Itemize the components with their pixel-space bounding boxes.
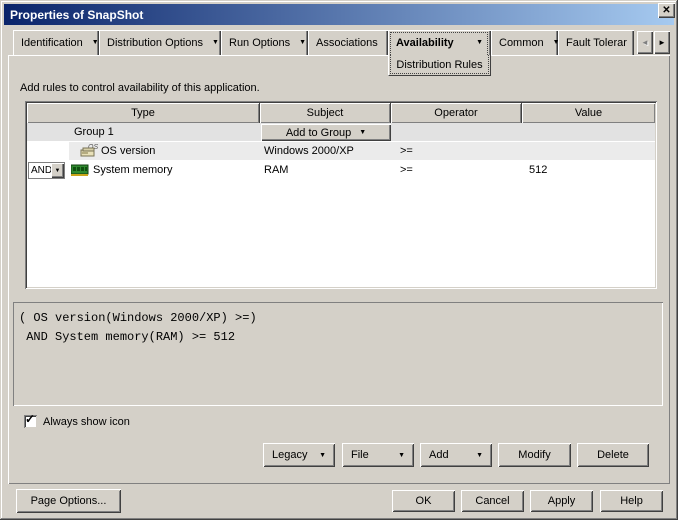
chevron-down-icon: ▼ <box>476 451 483 459</box>
rules-header-row: Type Subject Operator Value <box>27 103 655 123</box>
row-shading <box>69 142 655 160</box>
tab-label: Run Options <box>229 36 291 49</box>
help-button[interactable]: Help <box>600 490 663 512</box>
check-icon: ✓ <box>25 412 36 426</box>
file-button[interactable]: File ▼ <box>342 443 414 467</box>
add-to-group-button[interactable]: Add to Group ▼ <box>261 124 391 141</box>
tab-label: Associations <box>316 36 378 49</box>
conjunction-value: AND <box>31 165 53 176</box>
cancel-button[interactable]: Cancel <box>461 490 524 512</box>
window-title: Properties of SnapShot <box>10 7 144 22</box>
apply-label: Apply <box>547 495 576 507</box>
page-options-label: Page Options... <box>30 495 107 507</box>
tab-label: Distribution Options <box>107 36 203 49</box>
file-label: File <box>351 449 369 461</box>
column-header-operator[interactable]: Operator <box>391 103 522 123</box>
apply-button[interactable]: Apply <box>530 490 593 512</box>
conjunction-combobox[interactable]: AND ▼ <box>28 162 65 179</box>
title-bar[interactable]: Properties of SnapShot <box>4 4 674 25</box>
system-memory-icon <box>70 164 89 180</box>
chevron-down-icon: ▼ <box>319 451 326 459</box>
instruction-text: Add rules to control availability of thi… <box>20 82 260 94</box>
chevron-down-icon: ▼ <box>212 39 219 46</box>
rule-type: OS version <box>101 145 156 157</box>
rule-subject: RAM <box>264 164 289 176</box>
chevron-down-icon: ▼ <box>359 129 367 136</box>
cancel-label: Cancel <box>475 495 510 507</box>
rule-operator: >= <box>400 164 413 176</box>
delete-label: Delete <box>597 449 629 461</box>
ok-label: OK <box>415 495 432 507</box>
properties-dialog: Properties of SnapShot ✕ Identification … <box>0 0 678 520</box>
chevron-down-icon: ▼ <box>476 39 483 46</box>
chevron-down-icon: ▼ <box>91 39 99 46</box>
subtab-label: Distribution Rules <box>396 59 483 71</box>
rule-type: System memory <box>93 164 173 176</box>
page-options-button[interactable]: Page Options... <box>16 489 121 513</box>
always-show-icon-row: ✓ Always show icon <box>24 412 130 428</box>
chevron-down-icon: ▼ <box>398 451 405 459</box>
close-button[interactable]: ✕ <box>658 3 675 18</box>
rules-list: Type Subject Operator Value Group 1 Add … <box>25 101 657 289</box>
group-label: Group 1 <box>74 126 114 138</box>
tab-scrollers: ◄ ► <box>636 31 670 54</box>
arrow-left-icon: ◄ <box>641 38 649 47</box>
tab-fault-tolerance[interactable]: Fault Tolerar <box>558 30 634 55</box>
ok-button[interactable]: OK <box>392 490 455 512</box>
table-row-os-version[interactable]: OS OS version Windows 2000/XP >= <box>27 142 655 161</box>
expression-preview: ( OS version(Windows 2000/XP) >=) AND Sy… <box>13 302 663 406</box>
table-row-system-memory[interactable]: AND ▼ System memory RAM >= 512 <box>27 161 655 180</box>
delete-button[interactable]: Delete <box>577 443 649 467</box>
arrow-right-icon: ► <box>658 38 666 47</box>
add-button[interactable]: Add ▼ <box>420 443 492 467</box>
table-row-group1[interactable]: Group 1 Add to Group ▼ <box>27 123 655 142</box>
help-label: Help <box>620 495 643 507</box>
expression-line: AND System memory(RAM) >= 512 <box>19 330 236 344</box>
subtab-distribution-rules[interactable]: Distribution Rules <box>388 55 491 76</box>
modify-label: Modify <box>518 449 551 461</box>
tab-run-options[interactable]: Run Options ▼ <box>221 30 308 55</box>
chevron-down-icon: ▼ <box>54 167 61 174</box>
legacy-label: Legacy <box>272 449 308 461</box>
scroll-tabs-right-button[interactable]: ► <box>654 31 670 54</box>
column-header-type[interactable]: Type <box>27 103 260 123</box>
close-icon: ✕ <box>662 5 671 16</box>
tab-common[interactable]: Common ▼ <box>491 30 558 55</box>
tab-distribution-options[interactable]: Distribution Options ▼ <box>99 30 221 55</box>
add-label: Add <box>429 449 449 461</box>
tab-label: Availability <box>396 36 454 49</box>
tab-identification[interactable]: Identification ▼ <box>13 30 99 55</box>
column-header-value[interactable]: Value <box>522 103 655 123</box>
expression-line: ( OS version(Windows 2000/XP) >=) <box>19 311 257 325</box>
scroll-tabs-left-button[interactable]: ◄ <box>637 31 653 54</box>
tab-label: Identification <box>21 36 83 49</box>
chevron-down-icon: ▼ <box>299 39 307 46</box>
legacy-button[interactable]: Legacy ▼ <box>263 443 335 467</box>
add-to-group-label: Add to Group <box>285 126 352 139</box>
os-version-icon: OS <box>79 142 99 163</box>
modify-button[interactable]: Modify <box>498 443 571 467</box>
rule-operator: >= <box>400 145 413 157</box>
tab-label: Fault Tolerar <box>566 36 627 49</box>
combo-dropdown-button[interactable]: ▼ <box>51 163 64 178</box>
always-show-icon-checkbox[interactable]: ✓ <box>24 412 37 428</box>
tab-availability[interactable]: Availability ▼ <box>388 30 491 55</box>
checkbox-label: Always show icon <box>43 415 130 428</box>
column-header-subject[interactable]: Subject <box>260 103 391 123</box>
tab-label: Common <box>499 36 544 49</box>
rule-subject: Windows 2000/XP <box>264 145 354 157</box>
rule-value: 512 <box>529 164 548 176</box>
tab-associations[interactable]: Associations <box>308 30 388 55</box>
tab-bar: Identification ▼ Distribution Options ▼ … <box>13 30 634 55</box>
